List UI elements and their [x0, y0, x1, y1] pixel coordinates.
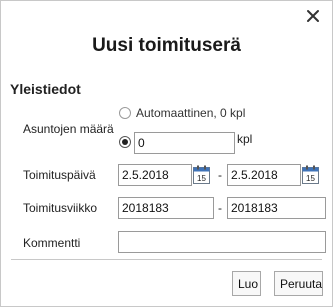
create-button[interactable]: Luo — [232, 271, 261, 296]
comment-input[interactable] — [118, 231, 326, 253]
calendar-icon[interactable]: 15 — [301, 164, 321, 186]
quantity-unit-label: kpl — [237, 132, 253, 146]
calendar-icon[interactable]: 15 — [192, 164, 212, 186]
close-icon[interactable] — [306, 9, 320, 23]
calendar-day-text: 15 — [306, 174, 315, 183]
footer-divider — [11, 259, 322, 260]
week-range-separator: - — [218, 201, 222, 215]
quantity-label: Asuntojen määrä — [23, 122, 114, 136]
comment-label: Kommentti — [23, 236, 81, 250]
delivery-date-label: Toimituspäivä — [23, 168, 96, 182]
radio-manual[interactable] — [119, 136, 131, 148]
delivery-date-end-input[interactable]: 2.5.2018 — [227, 164, 301, 186]
delivery-week-label: Toimitusviikko — [23, 201, 98, 215]
new-delivery-batch-dialog: Uusi toimituserä Yleistiedot Asuntojen m… — [0, 0, 333, 307]
delivery-date-start-input[interactable]: 2.5.2018 — [118, 164, 192, 186]
calendar-day-text: 15 — [197, 174, 206, 183]
quantity-input[interactable]: 0 — [134, 132, 235, 154]
radio-automatic[interactable] — [119, 107, 131, 119]
dialog-title: Uusi toimituserä — [92, 35, 241, 56]
cancel-button[interactable]: Peruuta — [274, 271, 323, 296]
date-range-separator: - — [218, 168, 222, 182]
delivery-week-start-input[interactable]: 2018183 — [118, 197, 214, 219]
section-heading-general: Yleistiedot — [10, 81, 81, 97]
delivery-week-end-input[interactable]: 2018183 — [227, 197, 326, 219]
radio-automatic-label: Automaattinen, 0 kpl — [136, 106, 246, 120]
